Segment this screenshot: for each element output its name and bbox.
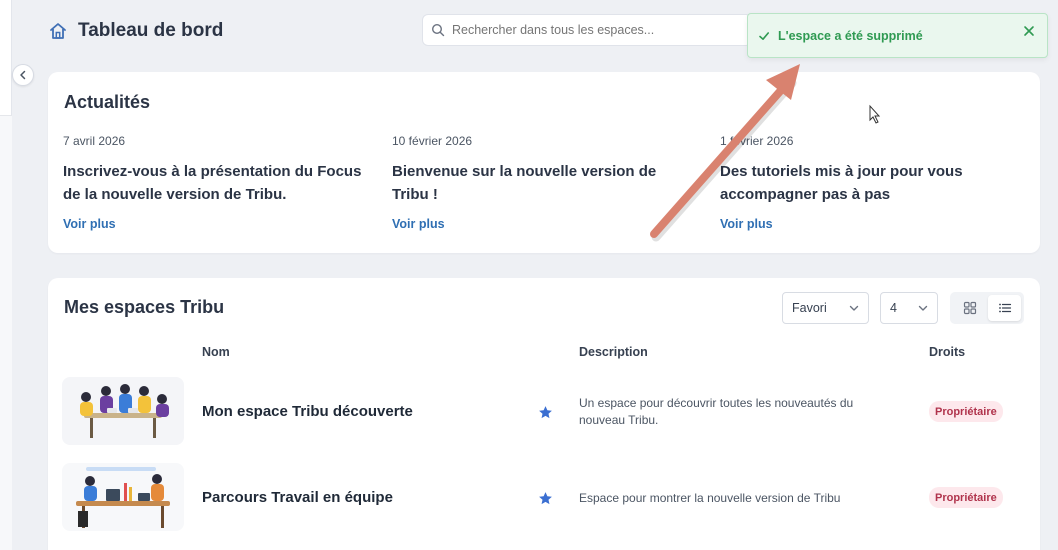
view-toggle (950, 292, 1024, 324)
sort-select-value: Favori (792, 301, 827, 315)
toast-message: L'espace a été supprimé (778, 28, 923, 43)
space-description: Espace pour montrer la nouvelle version … (579, 491, 841, 505)
space-illustration (62, 377, 184, 445)
search-input[interactable] (452, 23, 712, 37)
news-read-more-link[interactable]: Voir plus (392, 217, 445, 231)
column-header-description: Description (579, 345, 648, 359)
grid-icon (963, 301, 976, 315)
news-read-more-link[interactable]: Voir plus (720, 217, 773, 231)
grid-view-button[interactable] (953, 295, 986, 321)
search-bar[interactable] (422, 14, 752, 46)
home-icon[interactable] (48, 21, 68, 41)
list-view-button[interactable] (988, 295, 1021, 321)
news-date: 1 février 2026 (720, 134, 794, 148)
space-name[interactable]: Parcours Travail en équipe (202, 489, 393, 506)
chevron-down-icon (849, 305, 859, 311)
chevron-left-icon (20, 70, 26, 80)
page-title: Tableau de bord (78, 20, 224, 41)
rights-badge: Propriétaire (929, 487, 1003, 508)
page-header: Tableau de bord (48, 16, 223, 46)
star-icon[interactable] (538, 405, 553, 420)
table-row[interactable]: Mon espace Tribu découverte Un espace po… (48, 377, 1040, 457)
table-row[interactable]: Parcours Travail en équipe Espace pour m… (48, 463, 1040, 543)
space-name[interactable]: Mon espace Tribu découverte (202, 403, 413, 420)
news-title: Actualités (64, 92, 151, 112)
column-header-name[interactable]: Nom (202, 345, 230, 359)
spaces-title: Mes espaces Tribu (64, 297, 225, 317)
news-read-more-link[interactable]: Voir plus (63, 217, 116, 231)
space-illustration (62, 463, 184, 531)
search-icon (431, 23, 445, 37)
count-select-value: 4 (890, 301, 897, 315)
star-icon[interactable] (538, 491, 553, 506)
news-headline: Des tutoriels mis à jour pour vous accom… (720, 163, 963, 203)
sort-select[interactable]: Favori (782, 292, 869, 324)
chevron-down-icon (918, 305, 928, 311)
sidebar-panel (0, 115, 12, 550)
count-select[interactable]: 4 (880, 292, 938, 324)
sidebar-collapsed (0, 0, 12, 550)
news-item: 7 avril 2026 Inscrivez-vous à la présent… (63, 134, 373, 206)
collapse-sidebar-button[interactable] (12, 64, 34, 86)
column-header-rights: Droits (929, 345, 966, 359)
news-headline: Inscrivez-vous à la présentation du Focu… (63, 163, 362, 203)
news-item: 1 février 2026 Des tutoriels mis à jour … (720, 134, 1000, 206)
news-item: 10 février 2026 Bienvenue sur la nouvell… (392, 134, 692, 206)
rights-badge: Propriétaire (929, 401, 1003, 422)
news-date: 10 février 2026 (392, 134, 473, 148)
spaces-card: Mes espaces Tribu Favori 4 Nom Descripti… (48, 278, 1040, 550)
success-toast: L'espace a été supprimé (747, 13, 1048, 58)
list-icon (998, 303, 1011, 313)
news-card: Actualités 7 avril 2026 Inscrivez-vous à… (48, 72, 1040, 253)
close-icon[interactable] (1021, 23, 1037, 39)
news-date: 7 avril 2026 (63, 134, 126, 148)
space-description: Un espace pour découvrir toutes les nouv… (579, 396, 854, 427)
news-headline: Bienvenue sur la nouvelle version de Tri… (392, 163, 657, 203)
check-icon (759, 31, 769, 40)
